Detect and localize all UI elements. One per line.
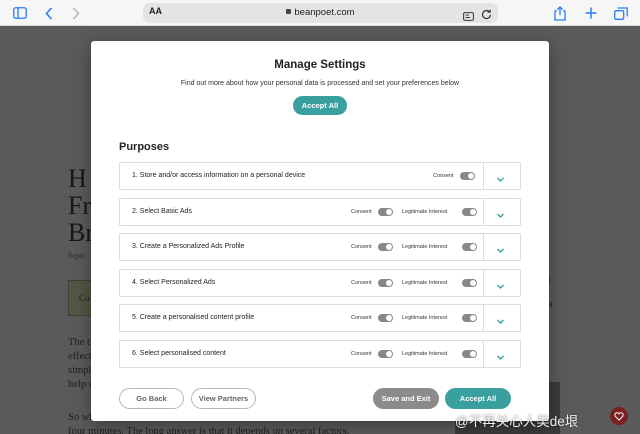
- url-display[interactable]: beanpoet.com: [143, 7, 498, 18]
- purpose-label: 1. Store and/or access information on a …: [132, 172, 306, 179]
- sidebar-icon[interactable]: [12, 4, 28, 22]
- chevron-down-icon[interactable]: [496, 242, 505, 260]
- chevron-down-icon[interactable]: [496, 313, 505, 331]
- chevron-down-icon[interactable]: [496, 349, 505, 367]
- purpose-label: 2. Select Basic Ads: [132, 207, 192, 215]
- callout-text: Co: [79, 293, 90, 303]
- consent-label: Consent: [433, 173, 454, 179]
- legitimate-interest-label: Legitimate Interest: [402, 279, 448, 286]
- dialog-description: Find out more about how your personal da…: [180, 80, 460, 87]
- save-and-exit-button[interactable]: Save and Exit: [373, 388, 439, 409]
- reload-icon[interactable]: [481, 7, 492, 25]
- consent-label: Consent: [351, 350, 372, 357]
- consent-toggle[interactable]: [378, 349, 393, 358]
- consent-toggle[interactable]: [378, 314, 393, 322]
- go-back-button[interactable]: Go Back: [119, 388, 184, 409]
- chevron-down-icon[interactable]: [496, 207, 505, 225]
- purpose-label: 6. Select personalised content: [132, 349, 226, 357]
- consent-toggle[interactable]: [378, 243, 393, 251]
- row-divider: [483, 198, 484, 225]
- consent-toggle[interactable]: [378, 207, 393, 216]
- article-text-line: The t: [68, 337, 90, 348]
- address-bar[interactable]: AA beanpoet.com: [143, 3, 498, 23]
- consent-label: Consent: [351, 279, 372, 286]
- article-text-line: simpl: [68, 365, 92, 376]
- legitimate-interest-toggle[interactable]: [462, 314, 477, 322]
- reader-mode-icon[interactable]: [463, 8, 474, 26]
- lock-icon: [286, 9, 292, 14]
- forward-icon[interactable]: [70, 4, 82, 22]
- dialog-title: Manage Settings: [274, 59, 366, 71]
- purpose-row[interactable]: 1. Store and/or access information on a …: [119, 162, 521, 190]
- legitimate-interest-label: Legitimate Interest: [402, 350, 448, 357]
- purpose-label: 4. Select Personalized Ads: [132, 278, 216, 286]
- article-text-line: four minutes. The long answer is that it…: [68, 426, 350, 434]
- headline-line-2: Fr: [68, 191, 92, 220]
- purpose-label: 3. Create a Personalized Ads Profile: [132, 243, 245, 250]
- consent-label: Consent: [351, 208, 372, 215]
- article-text-line: effect: [68, 351, 92, 362]
- legitimate-interest-label: Legitimate Interest: [402, 315, 448, 321]
- legitimate-interest-toggle[interactable]: [462, 243, 477, 251]
- legitimate-interest-toggle[interactable]: [462, 207, 477, 216]
- accept-all-top-button[interactable]: Accept All: [293, 96, 347, 115]
- row-divider: [483, 234, 484, 260]
- consent-label: Consent: [351, 315, 372, 321]
- heart-icon[interactable]: [610, 407, 628, 425]
- chevron-down-icon[interactable]: [496, 278, 505, 296]
- consent-toggle[interactable]: [378, 278, 393, 287]
- row-divider: [483, 305, 484, 331]
- legitimate-interest-toggle[interactable]: [462, 278, 477, 287]
- row-divider: [483, 163, 484, 189]
- purpose-row[interactable]: 3. Create a Personalized Ads Profile Cons…: [119, 233, 521, 261]
- purpose-row[interactable]: 4. Select Personalized Ads Consent Legitim…: [119, 268, 521, 297]
- back-icon[interactable]: [43, 4, 55, 22]
- legitimate-interest-label: Legitimate Interest: [402, 208, 448, 215]
- url-text: beanpoet.com: [294, 7, 355, 18]
- tabs-overview-icon[interactable]: [613, 4, 629, 22]
- manage-settings-dialog: Manage Settings Find out more about how …: [91, 41, 549, 421]
- legitimate-interest-label: Legitimate Interest: [402, 244, 448, 250]
- purpose-label: 5. Create a personalised content profile: [132, 314, 255, 321]
- legitimate-interest-toggle[interactable]: [462, 349, 477, 358]
- accept-all-button[interactable]: Accept All: [445, 388, 511, 409]
- share-icon[interactable]: [553, 4, 567, 22]
- consent-toggle[interactable]: [460, 172, 475, 180]
- row-divider: [483, 269, 484, 296]
- row-divider: [483, 340, 484, 367]
- purpose-row[interactable]: 2. Select Basic Ads Consent Legitimate Int…: [119, 197, 521, 226]
- purpose-row[interactable]: 6. Select personalised content Consent Leg…: [119, 339, 521, 368]
- watermark-text: @不再关心人类de垠: [455, 414, 579, 429]
- chevron-down-icon[interactable]: [496, 171, 505, 189]
- article-text-line: help c: [68, 379, 94, 390]
- headline-line-1: H: [68, 164, 87, 193]
- purpose-row[interactable]: 5. Create a personalised content profile…: [119, 304, 521, 332]
- view-partners-button[interactable]: View Partners: [191, 388, 256, 409]
- article-date: Septe: [68, 251, 86, 260]
- new-tab-icon[interactable]: [584, 4, 598, 22]
- consent-label: Consent: [351, 244, 372, 250]
- purposes-heading: Purposes: [119, 141, 170, 153]
- browser-toolbar: AA beanpoet.com: [0, 0, 640, 26]
